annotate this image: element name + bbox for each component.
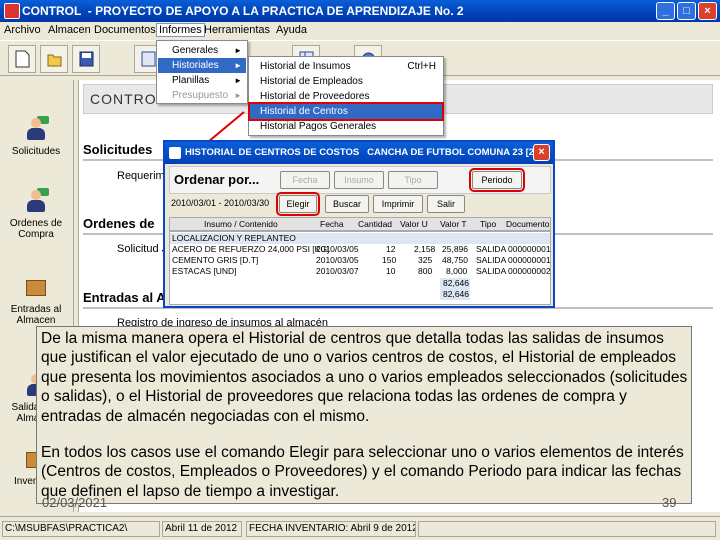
table-row[interactable]: ACERO DE REFUERZO 24,000 PSI [KG] 2010/03… (170, 244, 551, 255)
menu-archivo[interactable]: Archivo (4, 24, 41, 36)
table-row[interactable]: ESTACAS [UND] 2010/03/07 10 800 8,000 SALID… (170, 266, 551, 277)
section-ordenes-text[interactable]: Solicitud J (117, 243, 167, 255)
buscar-button[interactable]: Buscar (325, 195, 369, 213)
submenu-arrow-icon: ► (234, 91, 242, 100)
menu-item-historiales[interactable]: Historiales ► (158, 58, 246, 73)
dialog-app-icon (169, 147, 181, 159)
elegir-button[interactable]: Elegir (276, 192, 320, 216)
sidebar-item-ordenes[interactable]: Ordenes de Compra (4, 188, 68, 240)
menu-item-generales[interactable]: Generales ► (158, 43, 246, 58)
new-document-button[interactable] (8, 45, 36, 73)
table-group-row[interactable]: LOCALIZACION Y REPLANTEO (170, 233, 550, 244)
save-icon (79, 51, 94, 67)
menu-item-historial-insumos[interactable]: Historial de Insumos Ctrl+H (250, 59, 442, 74)
dialog-close-button[interactable]: × (533, 144, 550, 161)
sidebar-item-entradas[interactable]: Entradas al Almacen (4, 274, 68, 326)
section-solicitudes-title: Solicitudes (83, 142, 153, 157)
menu-item-historial-pagos[interactable]: Historial Pagos Generales (250, 119, 442, 134)
menu-ayuda[interactable]: Ayuda (276, 24, 307, 36)
report-icon (141, 51, 156, 67)
save-button[interactable] (72, 45, 100, 73)
status-date: Abril 11 de 2012 (162, 521, 242, 537)
slide-page-number: 39 (662, 495, 677, 510)
col-header-insumo[interactable]: Insumo / Contenido (204, 219, 278, 229)
menu-item-historial-centros[interactable]: Historial de Centros (248, 102, 444, 121)
submenu-arrow-icon: ► (234, 46, 242, 55)
box-icon (23, 274, 49, 300)
ordenar-panel: Ordenar por... Fecha Insumo Tipo Periodo (169, 166, 551, 194)
table-row[interactable]: CEMENTO GRIS [D.T] 2010/03/05 150 325 48,7… (170, 255, 551, 266)
total-cell: 82,646 (440, 278, 470, 289)
window-titlebar: CONTROL - PROYECTO DE APOYO A LA PRACTIC… (0, 0, 720, 22)
menu-almacen[interactable]: Almacen (48, 24, 91, 36)
explanation-paragraph-1: De la misma manera opera el Historial de… (41, 330, 688, 425)
submenu-arrow-icon: ► (234, 61, 242, 70)
status-empty (418, 521, 716, 537)
explanation-paragraph-2: En todos los casos use el comando Elegir… (41, 444, 684, 500)
new-document-icon (15, 50, 30, 68)
person-icon (23, 188, 49, 214)
total-cell: 82,646 (440, 289, 470, 300)
col-header-documento[interactable]: Documento (506, 219, 549, 229)
submenu-arrow-icon: ► (234, 76, 242, 85)
menu-item-historial-proveedores[interactable]: Historial de Proveedores (250, 89, 442, 104)
minimize-button[interactable]: _ (656, 2, 675, 20)
open-folder-button[interactable] (40, 45, 68, 73)
menu-item-planillas[interactable]: Planillas ► (158, 73, 246, 88)
maximize-button[interactable]: □ (677, 2, 696, 20)
status-inventory-date: FECHA INVENTARIO: Abril 9 de 2012 (246, 521, 416, 537)
col-header-tipo[interactable]: Tipo (480, 219, 496, 229)
historiales-submenu: Historial de Insumos Ctrl+H Historial de … (248, 56, 444, 136)
grid-header: Insumo / Contenido Fecha Cantidad Valor … (169, 217, 551, 231)
dialog-titlebar: HISTORIAL DE CENTROS DE COSTOS CANCHA DE… (165, 142, 553, 164)
window-title: CONTROL - PROYECTO DE APOYO A LA PRACTIC… (22, 4, 464, 18)
periodo-button[interactable]: Periodo (469, 168, 525, 192)
grid-body: LOCALIZACION Y REPLANTEO ACERO DE REFUER… (169, 231, 551, 305)
section-ordenes-title: Ordenes de (83, 216, 155, 231)
menu-item-presupuesto: Presupuesto ► (172, 90, 242, 101)
section-solicitudes-text[interactable]: Requerimi (117, 170, 167, 182)
section-entradas-title: Entradas al A (83, 290, 166, 305)
menu-bar: Archivo Almacen Documentos Informes Herr… (0, 22, 720, 40)
status-path: C:\MSUBFAS\PRACTICA2\ (2, 521, 160, 537)
sort-fecha-button[interactable]: Fecha (280, 171, 330, 189)
dialog-title: HISTORIAL DE CENTROS DE COSTOS CANCHA DE… (185, 147, 548, 158)
ordenar-label: Ordenar por... (174, 172, 260, 187)
informes-dropdown: Generales ► Historiales ► Planillas ► Presu… (156, 40, 248, 104)
explanation-textbox: De la misma manera opera el Historial de… (36, 326, 692, 504)
sidebar-item-solicitudes[interactable]: Solicitudes (4, 116, 68, 157)
sidebar-item-label: Ordenes de Compra (9, 218, 63, 240)
person-icon (23, 116, 49, 142)
historial-centros-dialog: HISTORIAL DE CENTROS DE COSTOS CANCHA DE… (163, 140, 555, 308)
sort-insumo-button[interactable]: Insumo (334, 171, 384, 189)
col-header-fecha[interactable]: Fecha (320, 219, 344, 229)
col-header-valor-u[interactable]: Valor U (400, 219, 428, 229)
col-header-cantidad[interactable]: Cantidad (358, 219, 392, 229)
menu-herramientas[interactable]: Herramientas (204, 24, 270, 36)
menu-item-historial-empleados[interactable]: Historial de Empleados (250, 74, 442, 89)
status-bar: C:\MSUBFAS\PRACTICA2\ Abril 11 de 2012 F… (0, 516, 720, 540)
menu-informes[interactable]: Informes (156, 23, 205, 37)
sidebar-item-label: Solicitudes (11, 146, 61, 157)
app-icon (4, 3, 20, 19)
col-header-valor-t[interactable]: Valor T (440, 219, 467, 229)
close-button[interactable]: × (698, 2, 717, 20)
date-range-label: 2010/03/01 - 2010/03/30 (171, 198, 270, 208)
slide-date: 02/03/2021 (42, 495, 108, 510)
sort-tipo-button[interactable]: Tipo (388, 171, 438, 189)
menu-documentos[interactable]: Documentos (94, 24, 156, 36)
sidebar-item-label: Entradas al Almacen (10, 304, 62, 326)
open-folder-icon (47, 54, 62, 67)
salir-button[interactable]: Salir (427, 195, 465, 213)
imprimir-button[interactable]: Imprimir (373, 195, 423, 213)
